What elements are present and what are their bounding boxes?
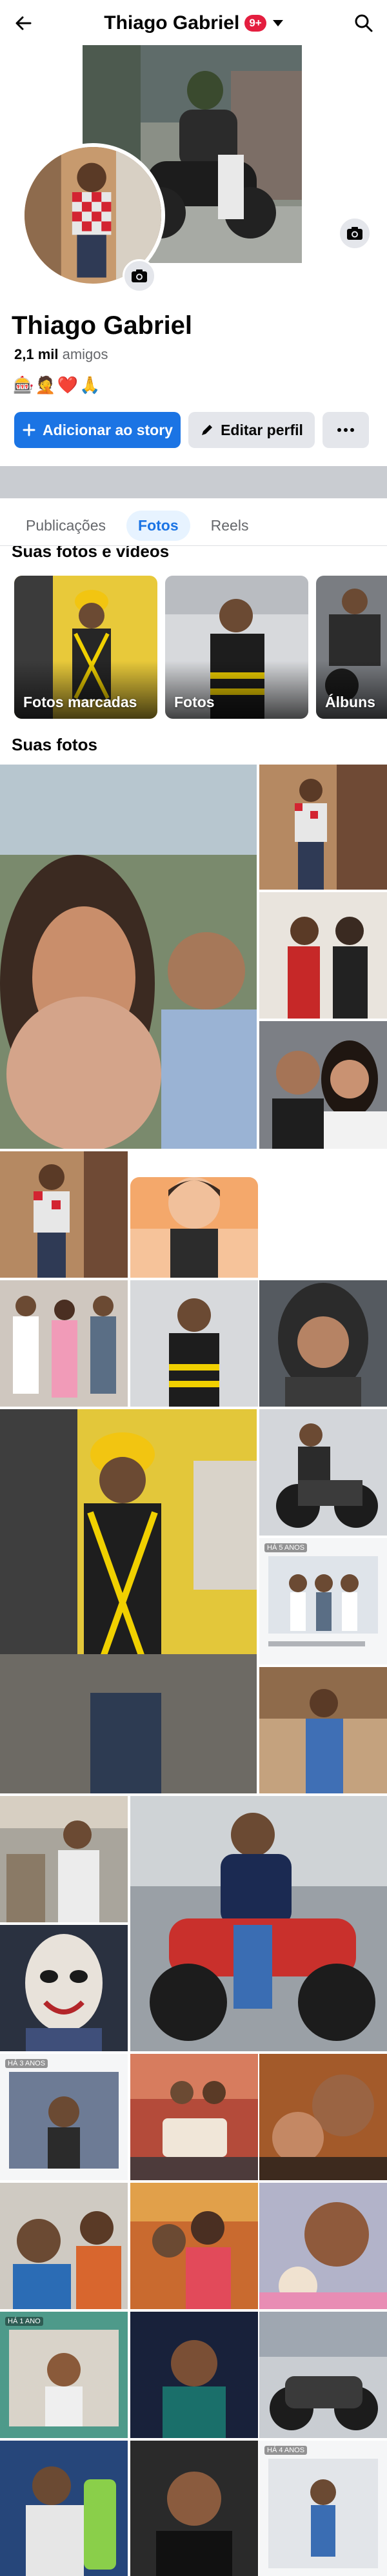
photo-tile[interactable] — [259, 1409, 387, 1536]
photo-tile[interactable] — [259, 765, 387, 890]
album-label: Álbuns — [325, 694, 375, 710]
profile-name: Thiago Gabriel — [12, 311, 193, 340]
photo-tile[interactable] — [259, 1280, 387, 1407]
album-fotos-marcadas[interactable]: Fotos marcadas — [14, 576, 157, 719]
album-label: Fotos marcadas — [23, 694, 137, 710]
friends-label: amigos — [62, 346, 108, 362]
camera-icon — [132, 269, 147, 282]
photo-tile[interactable] — [130, 1151, 258, 1278]
edit-profile-label: Editar perfil — [221, 421, 303, 438]
memory-time-label: HÁ 1 ANO — [5, 2317, 43, 2326]
photo-tile[interactable]: HÁ 1 ANO — [0, 2312, 128, 2438]
photo-tile[interactable] — [259, 1021, 387, 1149]
memory-time-label: HÁ 5 ANOS — [264, 1543, 308, 1552]
photo-tile[interactable] — [130, 2054, 258, 2180]
photo-tile[interactable] — [0, 2183, 128, 2309]
profile-switcher[interactable]: Thiago Gabriel 9+ — [104, 12, 283, 34]
back-button[interactable] — [9, 9, 37, 37]
photo-tile[interactable] — [259, 892, 387, 1019]
edit-profile-button[interactable]: Editar perfil — [188, 412, 315, 448]
photo-tile[interactable] — [259, 1667, 387, 1793]
photo-tile[interactable] — [0, 1796, 128, 1922]
photo-tile[interactable]: HÁ 4 ANOS — [259, 2441, 387, 2576]
bio-emojis: 🎰🤦❤️🙏 — [13, 375, 102, 395]
photo-tile[interactable] — [0, 2441, 128, 2576]
tab-reels[interactable]: Reels — [199, 511, 261, 541]
photo-tile[interactable] — [0, 765, 257, 1149]
memory-time-label: HÁ 4 ANOS — [264, 2446, 308, 2455]
photo-tile[interactable]: HÁ 3 ANOS — [0, 2054, 128, 2180]
tab-fotos[interactable]: Fotos — [126, 511, 190, 541]
back-arrow-icon — [15, 16, 32, 30]
photo-tile[interactable] — [0, 1925, 128, 2051]
add-story-button[interactable]: Adicionar ao story — [14, 412, 181, 448]
tab-publicacoes[interactable]: Publicações — [14, 511, 117, 541]
album-fotos[interactable]: Fotos — [165, 576, 308, 719]
album-label: Fotos — [174, 694, 215, 710]
photo-tile[interactable] — [130, 1280, 258, 1407]
section-divider — [0, 466, 387, 498]
photo-tile[interactable] — [130, 2312, 258, 2438]
plus-icon — [23, 424, 35, 436]
photo-tile[interactable] — [130, 2441, 258, 2576]
photo-tile[interactable] — [0, 1409, 257, 1793]
photo-tile[interactable]: HÁ 5 ANOS — [259, 1538, 387, 1664]
photo-tile[interactable] — [259, 2312, 387, 2438]
add-story-label: Adicionar ao story — [43, 421, 173, 438]
profile-tabs: Publicações Fotos Reels — [0, 506, 387, 546]
friends-count[interactable]: 2,1 mil amigos — [14, 346, 108, 363]
top-bar: Thiago Gabriel 9+ — [0, 0, 387, 46]
chevron-down-icon — [272, 20, 283, 26]
album-albuns[interactable]: Álbuns — [316, 576, 387, 719]
friends-count-value: 2,1 mil — [14, 346, 59, 362]
photo-tile[interactable] — [259, 2183, 387, 2309]
photo-tile[interactable] — [259, 2054, 387, 2180]
search-button[interactable] — [350, 9, 378, 37]
camera-icon — [347, 227, 362, 240]
avatar-camera-button[interactable] — [123, 259, 156, 293]
albums-section-title: Suas fotos e vídeos — [12, 546, 170, 560]
more-button[interactable] — [322, 412, 369, 448]
notification-badge: 9+ — [244, 15, 266, 32]
search-icon — [355, 14, 373, 32]
more-dots-icon — [337, 428, 354, 432]
memory-time-label: HÁ 3 ANOS — [5, 2059, 48, 2068]
photo-tile[interactable] — [130, 1796, 387, 2051]
photo-tile[interactable] — [0, 1280, 128, 1407]
page-title: Thiago Gabriel — [104, 12, 240, 34]
photo-tile[interactable] — [0, 1151, 128, 1278]
pencil-icon — [202, 425, 213, 435]
cover-camera-button[interactable] — [338, 217, 372, 250]
photos-section-title: Suas fotos — [12, 735, 97, 754]
photo-tile[interactable] — [130, 2183, 258, 2309]
